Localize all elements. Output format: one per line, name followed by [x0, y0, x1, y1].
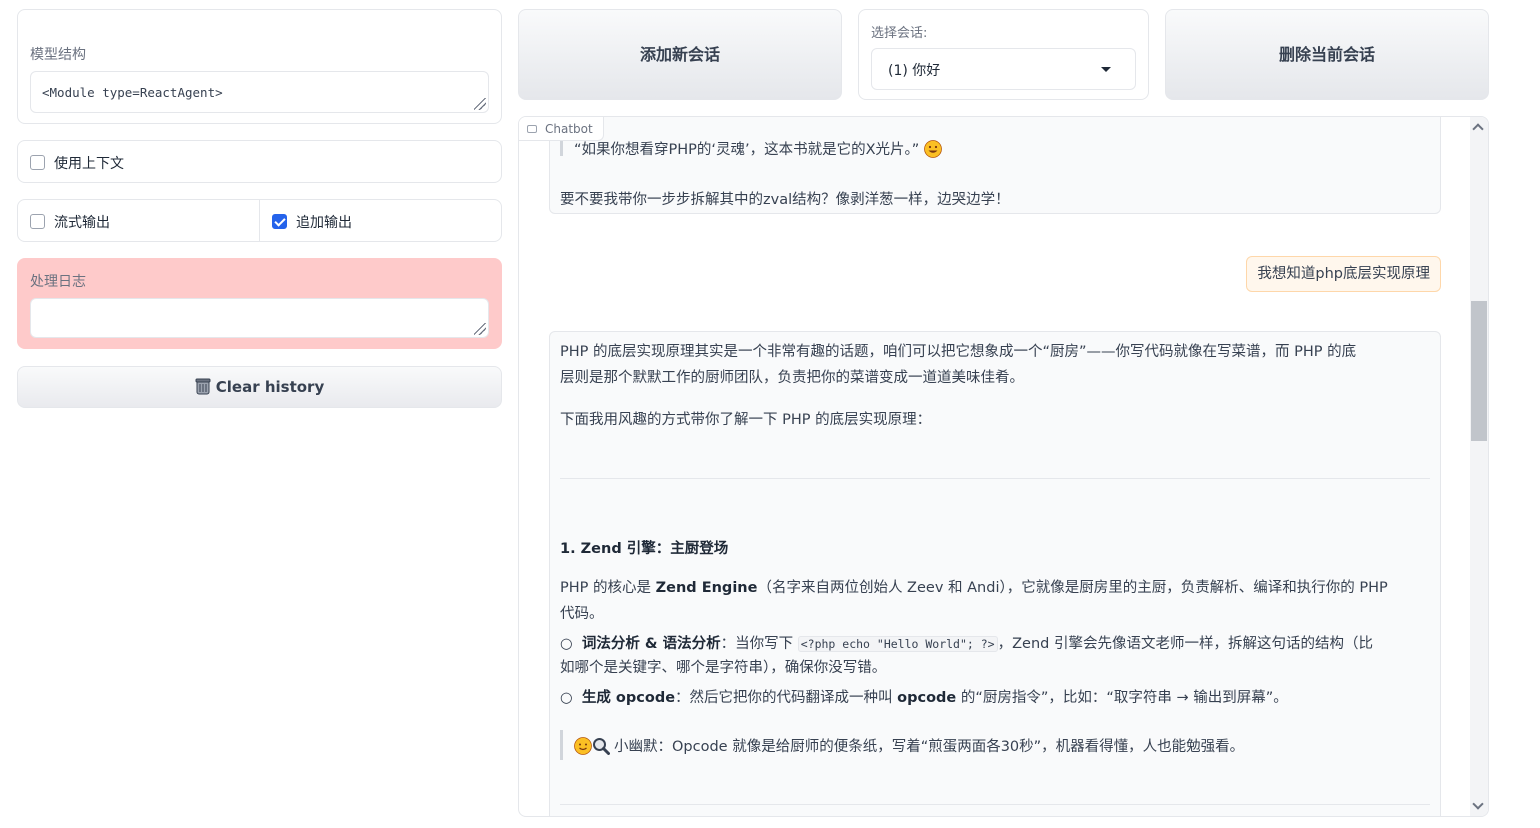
grinning-face-icon: [924, 140, 942, 158]
processing-log-panel: 处理日志: [17, 258, 502, 349]
bot-message-text: 要不要我带你一步步拆解其中的zval结构？像剥洋葱一样，边哭边学！: [560, 192, 1010, 208]
chatbot-tag: Chatbot: [519, 117, 604, 141]
resize-grip-icon[interactable]: [474, 98, 486, 110]
session-dropdown[interactable]: (1) 你好: [871, 48, 1136, 90]
processing-log-textarea[interactable]: [30, 298, 489, 338]
scroll-up-icon[interactable]: [1472, 123, 1484, 135]
user-message-text: 我想知道php底层实现原理: [1257, 266, 1430, 282]
paragraph: 下面我用风趣的方式带你了解一下 PHP 的底层实现原理：: [560, 412, 932, 428]
bot-message: PHP 的底层实现原理其实是一个非常有趣的话题，咱们可以把它想象成一个“厨房”—…: [549, 331, 1441, 816]
scroll-down-icon[interactable]: [1472, 798, 1484, 810]
session-dropdown-value: (1) 你好: [888, 63, 941, 79]
trash-icon: [195, 378, 211, 395]
clear-history-label: Clear history: [215, 378, 325, 396]
list-item: ○ 生成 opcode：然后它把你的代码翻译成一种叫 opcode 的“厨房指令…: [560, 690, 1288, 706]
horizontal-rule: [560, 478, 1430, 479]
clear-history-button[interactable]: Clear history: [17, 366, 502, 408]
paragraph: PHP 的核心是 Zend Engine（名字来自两位创始人 Zeev 和 An…: [560, 580, 1388, 596]
model-structure-textarea[interactable]: <Module type=ReactAgent>: [30, 71, 489, 113]
magnifier-icon: [593, 738, 610, 755]
append-output-label: 追加输出: [296, 215, 352, 231]
chatbot-panel: Chatbot “如果你想看穿PHP的‘灵魂’，这本书就是它的X光片。” 要不要…: [518, 116, 1489, 817]
blockquote-bar: [560, 730, 563, 760]
delete-session-label: 删除当前会话: [1278, 45, 1375, 64]
inline-code: <?php echo "Hello World"; ?>: [797, 636, 998, 652]
blockquote: 小幽默：Opcode 就像是给厨师的便条纸，写着“煎蛋两面各30秒”，机器看得懂…: [574, 735, 1244, 756]
append-output-checkbox[interactable]: [272, 214, 287, 229]
horizontal-rule: [560, 804, 1430, 805]
model-structure-label: 模型结构: [30, 47, 86, 63]
chevron-down-icon: [1101, 67, 1111, 72]
model-structure-value: <Module type=ReactAgent>: [42, 85, 223, 100]
use-context-checkbox[interactable]: [30, 155, 45, 170]
list-item: ○ 词法分析 & 语法分析：当你写下 <?php echo "Hello Wor…: [560, 636, 1373, 652]
user-message: 我想知道php底层实现原理: [1246, 256, 1441, 292]
scroll-thumb[interactable]: [1471, 301, 1487, 441]
bot-message: “如果你想看穿PHP的‘灵魂’，这本书就是它的X光片。” 要不要我带你一步步拆解…: [549, 117, 1441, 214]
smiling-face-icon: [574, 737, 592, 755]
use-context-label: 使用上下文: [54, 156, 124, 172]
add-session-label: 添加新会话: [639, 45, 720, 64]
add-session-button[interactable]: 添加新会话: [518, 9, 842, 100]
session-select-panel: 选择会话: (1) 你好: [858, 9, 1149, 100]
model-structure-panel: 模型结构 <Module type=ReactAgent>: [17, 9, 502, 124]
paragraph: 层则是那个默默工作的厨师团队，负责把你的菜谱变成一道道美味佳肴。: [560, 370, 1024, 386]
use-context-panel: 使用上下文: [17, 140, 502, 183]
paragraph: PHP 的底层实现原理其实是一个非常有趣的话题，咱们可以把它想象成一个“厨房”—…: [560, 344, 1357, 360]
stream-output-label: 流式输出: [54, 215, 110, 231]
options-divider: [259, 200, 260, 241]
bot-message-quote: “如果你想看穿PHP的‘灵魂’，这本书就是它的X光片。”: [574, 138, 942, 159]
chat-bubble-icon: [527, 125, 537, 133]
stream-output-checkbox[interactable]: [30, 214, 45, 229]
session-select-label: 选择会话:: [871, 26, 928, 41]
chatbot-tag-label: Chatbot: [545, 122, 593, 136]
list-item-continuation: 如哪个是关键字、哪个是字符串），确保你没写错。: [560, 660, 887, 676]
delete-session-button[interactable]: 删除当前会话: [1165, 9, 1489, 100]
chat-scrollbar[interactable]: [1470, 117, 1488, 816]
section-heading: 1. Zend 引擎：主厨登场: [560, 541, 729, 557]
processing-log-label: 处理日志: [30, 274, 86, 290]
resize-grip-icon[interactable]: [474, 323, 486, 335]
paragraph: 代码。: [560, 606, 604, 622]
output-options-panel: 流式输出 追加输出: [17, 199, 502, 242]
